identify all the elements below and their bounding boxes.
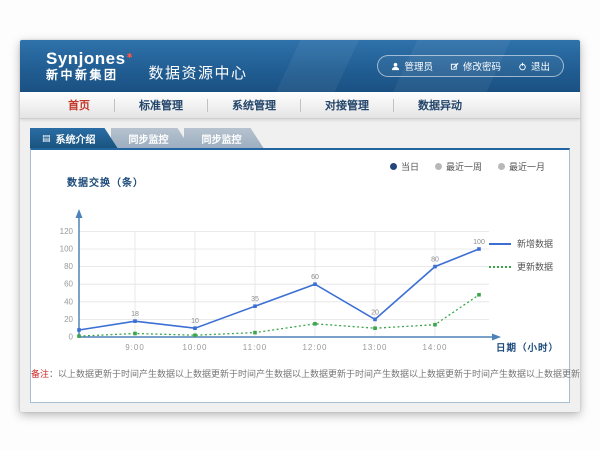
filter-label: 当日 <box>401 160 419 173</box>
user-icon <box>391 62 400 71</box>
svg-text:10: 10 <box>191 318 199 325</box>
logout-button[interactable]: 退出 <box>518 59 550 73</box>
logo-text: Synjones <box>46 49 126 68</box>
svg-text:100: 100 <box>473 239 485 246</box>
logo-subtext: 新中新集团 <box>46 69 132 82</box>
power-icon <box>518 62 527 71</box>
tab-2[interactable]: 同步监控 <box>111 128 191 148</box>
footnote: 备注：以上数据更新于时间产生数据以上数据更新于时间产生数据以上数据更新于时间产生… <box>31 367 569 380</box>
dashboard-panel: 当日 最近一周 最近一月 数据交换（条） 0 20 40 60 80 100 120 9:00 10… <box>30 148 570 403</box>
tab-label: 系统介绍 <box>56 131 96 146</box>
edit-icon <box>450 62 459 71</box>
nav-item-4[interactable]: 对接管理 <box>301 97 393 113</box>
svg-text:11:00: 11:00 <box>243 343 267 352</box>
tab-3[interactable]: 同步监控 <box>184 128 264 148</box>
legend-item-1: 新增数据 <box>489 237 553 250</box>
radio-dot-icon <box>390 163 397 170</box>
footnote-label: 备注 <box>31 369 49 379</box>
legend-label: 更新数据 <box>517 260 553 273</box>
svg-text:13:00: 13:00 <box>362 343 387 352</box>
filter-option-2[interactable]: 最近一周 <box>435 160 482 173</box>
legend-line-icon <box>489 266 511 268</box>
admin-user-button[interactable]: 管理员 <box>391 59 433 73</box>
tab-1[interactable]: ▤ 系统介绍 <box>30 128 118 148</box>
radio-dot-icon <box>498 163 505 170</box>
user-actions: 管理员 修改密码 退出 <box>377 55 564 77</box>
tab-label: 同步监控 <box>202 131 242 146</box>
radio-dot-icon <box>435 163 442 170</box>
logo-mark-icon: ✱ <box>127 53 133 60</box>
filter-option-3[interactable]: 最近一月 <box>498 160 545 173</box>
nav-item-1[interactable]: 首页 <box>44 97 114 113</box>
tab-label: 同步监控 <box>129 131 169 146</box>
footnote-text: ：以上数据更新于时间产生数据以上数据更新于时间产生数据以上数据更新于时间产生数据… <box>49 369 580 379</box>
app-header: Synjones✱ 新中新集团 数据资源中心 管理员 修改密码 退出 <box>20 40 580 92</box>
nav-item-3[interactable]: 系统管理 <box>208 97 300 113</box>
y-axis-title: 数据交换（条） <box>67 174 569 189</box>
svg-text:80: 80 <box>431 257 439 264</box>
filter-label: 最近一周 <box>446 160 482 173</box>
time-range-filter: 当日 最近一周 最近一月 <box>31 150 569 173</box>
change-password-button[interactable]: 修改密码 <box>450 59 501 73</box>
chart-svg: 0 20 40 60 80 100 120 9:00 10:00 11:00 12:00 13:00 1… <box>41 191 561 359</box>
app-window: Synjones✱ 新中新集团 数据资源中心 管理员 修改密码 退出 首页标准管… <box>20 40 580 412</box>
page-title: 数据资源中心 <box>148 62 247 83</box>
filter-option-1[interactable]: 当日 <box>390 160 419 173</box>
svg-text:80: 80 <box>64 262 73 271</box>
svg-text:40: 40 <box>64 297 73 306</box>
nav-item-5[interactable]: 数据异动 <box>394 97 486 113</box>
svg-text:100: 100 <box>60 245 74 254</box>
svg-text:60: 60 <box>64 280 73 289</box>
content-area: ▤ 系统介绍 同步监控 同步监控 当日 最近一周 最近一月 数据交换（条） 0 20 40 60… <box>20 119 580 403</box>
document-icon: ▤ <box>42 134 51 143</box>
svg-text:9:00: 9:00 <box>125 343 145 352</box>
svg-text:日期（小时）: 日期（小时） <box>496 342 559 354</box>
svg-text:14:00: 14:00 <box>422 343 447 352</box>
svg-text:18: 18 <box>131 311 139 318</box>
svg-text:35: 35 <box>251 296 259 303</box>
svg-text:10:00: 10:00 <box>182 343 207 352</box>
svg-text:60: 60 <box>311 274 319 281</box>
svg-text:120: 120 <box>60 227 74 236</box>
svg-text:0: 0 <box>69 333 74 342</box>
tab-bar: ▤ 系统介绍 同步监控 同步监控 <box>30 128 580 148</box>
nav: 首页标准管理系统管理对接管理数据异动 <box>20 92 580 119</box>
company-logo: Synjones✱ 新中新集团 <box>46 50 132 82</box>
chart-legend: 新增数据更新数据 <box>489 237 553 273</box>
svg-text:20: 20 <box>371 309 379 316</box>
legend-item-2: 更新数据 <box>489 260 553 273</box>
nav-item-2[interactable]: 标准管理 <box>115 97 207 113</box>
svg-text:12:00: 12:00 <box>302 343 327 352</box>
legend-label: 新增数据 <box>517 237 553 250</box>
exchange-line-chart: 0 20 40 60 80 100 120 9:00 10:00 11:00 12:00 13:00 1… <box>41 191 569 359</box>
svg-text:20: 20 <box>64 315 73 324</box>
legend-line-icon <box>489 243 511 245</box>
filter-label: 最近一月 <box>509 160 545 173</box>
